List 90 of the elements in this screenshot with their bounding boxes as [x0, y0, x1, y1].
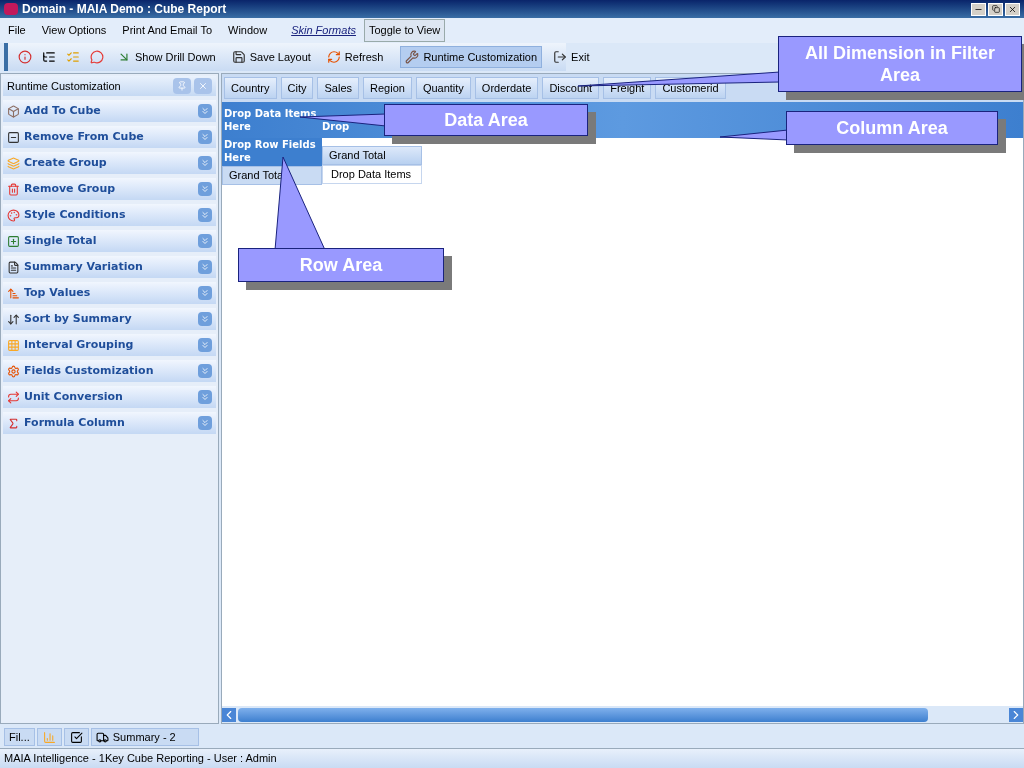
toolbar-button[interactable]: Runtime Customization	[400, 46, 543, 68]
pin-icon	[177, 81, 187, 91]
interval-icon	[7, 338, 20, 352]
field-button[interactable]: Discount	[542, 77, 600, 99]
callout-pointer	[719, 129, 789, 141]
chevron-icon	[198, 104, 212, 118]
scroll-right-icon[interactable]	[1009, 707, 1023, 722]
field-button[interactable]: Region	[363, 77, 412, 99]
chevron-icon	[198, 156, 212, 170]
panel-item[interactable]: Top Values	[3, 282, 216, 304]
total-icon	[7, 234, 20, 248]
panel-item[interactable]: Sort by Summary	[3, 308, 216, 330]
panel-item[interactable]: Add To Cube	[3, 100, 216, 122]
minimize-button[interactable]	[971, 2, 986, 16]
status-text: MAIA Intelligence - 1Key Cube Reporting - User : Admin	[4, 751, 277, 767]
panel-item[interactable]: Create Group	[3, 152, 216, 174]
truck-icon	[95, 730, 109, 744]
menu-item[interactable]: File	[8, 22, 26, 39]
window-title: Domain - MAIA Demo : Cube Report	[22, 1, 227, 18]
menu-item[interactable]: Print And Email To	[122, 22, 213, 39]
panel-item[interactable]: Remove From Cube	[3, 126, 216, 148]
chevron-icon	[198, 234, 212, 248]
info-icon	[18, 50, 32, 64]
restore-button[interactable]	[988, 2, 1003, 16]
group-icon	[7, 156, 20, 170]
bar-chart-icon	[42, 730, 56, 744]
field-button[interactable]: Sales	[317, 77, 359, 99]
scroll-left-icon[interactable]	[222, 707, 236, 722]
menu-item[interactable]: View Options	[41, 22, 107, 39]
toggle-view-button[interactable]: Toggle to View	[363, 19, 446, 42]
save-icon	[231, 50, 246, 64]
chevron-icon	[198, 208, 212, 222]
field-button[interactable]: Country	[224, 77, 277, 99]
toolbar-button[interactable]: Save Layout	[226, 46, 316, 68]
refresh-icon	[326, 50, 341, 64]
skin-formats-link[interactable]: Skin Formats	[291, 22, 356, 39]
exit-icon	[553, 50, 568, 64]
field-button[interactable]: Orderdate	[474, 77, 539, 99]
panel-item[interactable]: Summary Variation	[3, 256, 216, 278]
bottom-tab[interactable]: Summary - 2	[90, 728, 199, 746]
close-icon	[1008, 4, 1017, 14]
table-cell: Drop Data Items	[322, 165, 422, 184]
sigma-icon	[7, 416, 20, 430]
toolbar-button[interactable]: Exit	[548, 46, 595, 68]
chevron-icon	[198, 312, 212, 326]
speech-bubble-icon	[90, 50, 104, 64]
cube-icon	[7, 104, 20, 118]
chevron-icon	[198, 182, 212, 196]
bottom-tab[interactable]: Fil...	[4, 728, 35, 746]
chevron-icon	[198, 338, 212, 352]
close-button[interactable]	[1005, 2, 1020, 16]
panel-item[interactable]: Formula Column	[3, 412, 216, 434]
bottom-tab[interactable]	[63, 728, 89, 746]
data-drop-label: Drop Data Items Here	[223, 107, 318, 134]
panel-item[interactable]: Remove Group	[3, 178, 216, 200]
row-drop-label: Drop Row Fields Here	[222, 138, 322, 166]
chevron-icon	[198, 286, 212, 300]
document-icon	[7, 260, 20, 274]
remove-group-icon	[7, 182, 20, 196]
panel-item[interactable]: Fields Customization	[3, 360, 216, 382]
checklist-icon	[66, 50, 80, 64]
panel-item[interactable]: Interval Grouping	[3, 334, 216, 356]
conversion-icon	[7, 390, 20, 404]
chevron-icon	[198, 416, 212, 430]
field-button[interactable]: City	[280, 77, 314, 99]
chevron-icon	[198, 130, 212, 144]
chevron-icon	[198, 390, 212, 404]
toolbar-button[interactable]: Refresh	[321, 46, 389, 68]
restore-icon	[991, 5, 1000, 13]
panel-item[interactable]: Style Conditions	[3, 204, 216, 226]
remove-icon	[7, 130, 20, 144]
style-icon	[7, 208, 20, 222]
panel-item[interactable]: Unit Conversion	[3, 386, 216, 408]
field-button[interactable]: Quantity	[415, 77, 471, 99]
list-icon	[42, 50, 56, 64]
menu-item[interactable]: Window	[228, 22, 268, 39]
panel-item[interactable]: Single Total	[3, 230, 216, 252]
sort-icon	[7, 312, 20, 326]
gear-icon	[7, 364, 20, 378]
checklist-icon	[69, 730, 83, 744]
column-drop-label: Drop	[322, 120, 350, 134]
chevron-icon	[198, 260, 212, 274]
tools-icon	[405, 50, 420, 64]
close-icon	[198, 81, 208, 91]
toolbar-button[interactable]: Show Drill Down	[112, 46, 221, 68]
panel-title: Runtime Customization	[7, 78, 121, 94]
chevron-icon	[198, 364, 212, 378]
column-header: Grand Total	[322, 146, 422, 165]
app-icon	[4, 3, 18, 15]
top-values-icon	[7, 286, 20, 300]
